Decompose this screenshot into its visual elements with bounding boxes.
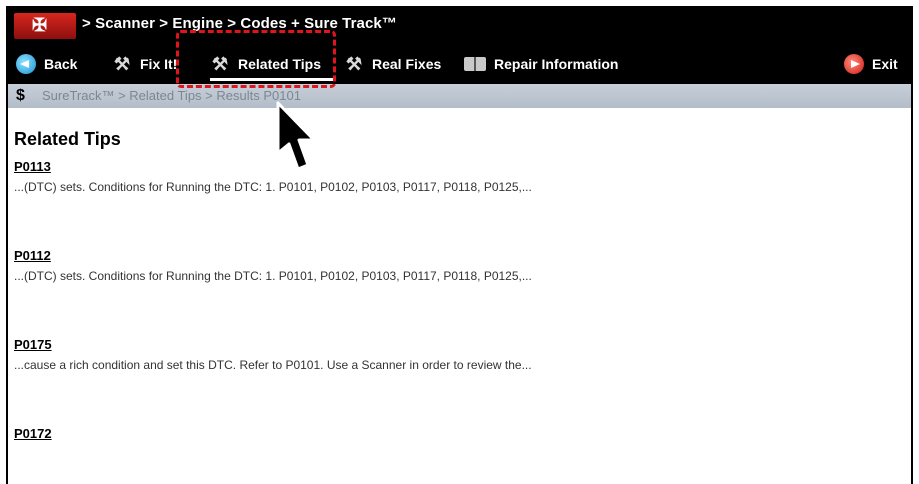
- back-button[interactable]: Back: [16, 53, 77, 75]
- title-bar: ✠ > Scanner > Engine > Codes + Sure Trac…: [8, 8, 911, 44]
- fix-it-label: Fix It!: [140, 56, 178, 72]
- suretrack-icon: $: [16, 87, 25, 104]
- pointer-arrow-icon: [276, 101, 316, 171]
- wrench-icon: ⚒: [113, 54, 131, 74]
- exit-label: Exit: [872, 56, 898, 72]
- repair-information-label: Repair Information: [494, 56, 619, 72]
- exit-icon: [844, 54, 864, 74]
- back-arrow-icon: [16, 54, 36, 74]
- back-label: Back: [44, 56, 78, 72]
- fix-it-button[interactable]: ⚒ Fix It!: [112, 53, 177, 75]
- callout-highlight-box: [176, 30, 336, 88]
- app-window: ✠ > Scanner > Engine > Codes + Sure Trac…: [6, 6, 913, 484]
- result-code-link[interactable]: P0172: [14, 426, 52, 441]
- page-title: Related Tips: [14, 129, 121, 149]
- logo-icon: ✠: [32, 15, 48, 35]
- list-item: P0172: [14, 426, 52, 447]
- breadcrumb: $ SureTrack™ > Related Tips > Results P0…: [8, 84, 911, 108]
- real-fixes-label: Real Fixes: [372, 56, 442, 72]
- book-icon: [464, 57, 486, 71]
- real-fixes-button[interactable]: ⚒ Real Fixes: [344, 53, 441, 75]
- result-snippet: ...(DTC) sets. Conditions for Running th…: [14, 269, 532, 283]
- result-snippet: ...(DTC) sets. Conditions for Running th…: [14, 180, 532, 194]
- exit-button[interactable]: Exit: [844, 53, 898, 75]
- result-code-link[interactable]: P0175: [14, 337, 532, 352]
- result-code-link[interactable]: P0112: [14, 248, 532, 263]
- wrench-icon: ⚒: [345, 54, 363, 74]
- repair-information-button[interactable]: Repair Information: [464, 53, 618, 75]
- list-item: P0112 ...(DTC) sets. Conditions for Runn…: [14, 248, 532, 283]
- list-item: P0175 ...cause a rich condition and set …: [14, 337, 532, 372]
- toolbar: Back ⚒ Fix It! ⚒ Related Tips ⚒ Real Fix…: [8, 44, 911, 84]
- result-snippet: ...cause a rich condition and set this D…: [14, 358, 532, 372]
- app-logo[interactable]: ✠: [14, 13, 76, 39]
